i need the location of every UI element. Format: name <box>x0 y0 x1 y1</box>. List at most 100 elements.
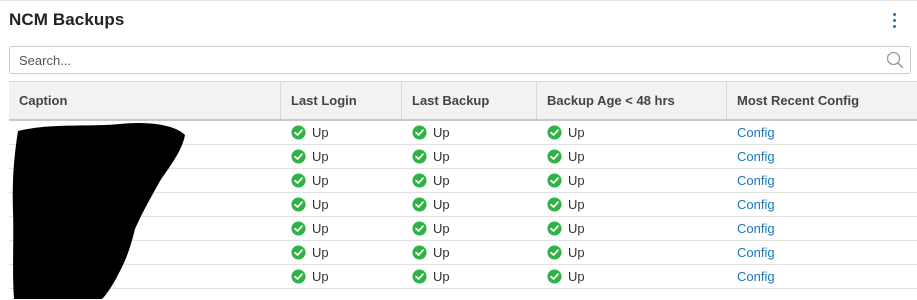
table-row: Up Up Up Config <box>9 241 917 265</box>
config-link[interactable]: Config <box>737 269 775 284</box>
status-text: Up <box>433 221 450 236</box>
cell-last-login: Up <box>281 265 402 288</box>
status-last-backup: Up <box>412 169 450 192</box>
cell-last-login: Up <box>281 121 402 144</box>
check-circle-icon <box>291 197 306 212</box>
column-header-most-recent-config[interactable]: Most Recent Config <box>727 82 917 119</box>
status-last-backup: Up <box>412 217 450 240</box>
check-circle-icon <box>412 221 427 236</box>
cell-backup-age: Up <box>537 241 727 264</box>
ncm-backups-widget: NCM Backups Caption Last Login Last Back… <box>0 0 917 300</box>
status-backup-age: Up <box>547 265 585 288</box>
table-row: Up Up Up Config <box>9 265 917 289</box>
cell-config: Config <box>727 145 917 168</box>
search-input[interactable] <box>19 50 879 70</box>
table-row: Up Up Up Config <box>9 169 917 193</box>
cell-last-login: Up <box>281 193 402 216</box>
check-circle-icon <box>291 245 306 260</box>
status-last-login: Up <box>291 265 329 288</box>
widget-title: NCM Backups <box>9 10 125 29</box>
column-header-caption[interactable]: Caption <box>9 82 281 119</box>
status-last-backup: Up <box>412 145 450 168</box>
check-circle-icon <box>412 197 427 212</box>
status-text: Up <box>568 149 585 164</box>
config-link[interactable]: Config <box>737 149 775 164</box>
cell-caption[interactable] <box>9 169 281 192</box>
check-circle-icon <box>412 173 427 188</box>
cell-last-login: Up <box>281 145 402 168</box>
config-link[interactable]: Config <box>737 221 775 236</box>
config-link[interactable]: Config <box>737 125 775 140</box>
status-last-login: Up <box>291 241 329 264</box>
status-text: Up <box>312 197 329 212</box>
status-text: Up <box>433 125 450 140</box>
status-text: Up <box>433 269 450 284</box>
status-text: Up <box>312 173 329 188</box>
cell-config: Config <box>727 217 917 240</box>
table-row: Up Up Up Config <box>9 217 917 241</box>
check-circle-icon <box>412 269 427 284</box>
cell-caption[interactable] <box>9 193 281 216</box>
table-body: Up Up Up Config Up Up Up Config Up Up Up… <box>9 121 917 289</box>
cell-caption[interactable] <box>9 265 281 288</box>
status-backup-age: Up <box>547 121 585 144</box>
check-circle-icon <box>291 173 306 188</box>
check-circle-icon <box>547 269 562 284</box>
table-row: Up Up Up Config <box>9 193 917 217</box>
config-link[interactable]: Config <box>737 173 775 188</box>
kebab-menu-icon <box>893 13 896 16</box>
widget-header: NCM Backups <box>0 1 917 41</box>
search-icon[interactable] <box>886 51 904 69</box>
cell-config: Config <box>727 265 917 288</box>
status-text: Up <box>568 221 585 236</box>
status-last-backup: Up <box>412 193 450 216</box>
check-circle-icon <box>547 197 562 212</box>
check-circle-icon <box>547 149 562 164</box>
cell-last-backup: Up <box>402 169 537 192</box>
cell-last-login: Up <box>281 169 402 192</box>
check-circle-icon <box>291 149 306 164</box>
cell-last-backup: Up <box>402 193 537 216</box>
status-last-login: Up <box>291 145 329 168</box>
cell-caption[interactable] <box>9 241 281 264</box>
status-text: Up <box>568 173 585 188</box>
column-header-last-login[interactable]: Last Login <box>281 82 402 119</box>
status-last-login: Up <box>291 193 329 216</box>
status-backup-age: Up <box>547 193 585 216</box>
cell-last-backup: Up <box>402 241 537 264</box>
status-text: Up <box>312 269 329 284</box>
status-last-login: Up <box>291 217 329 240</box>
check-circle-icon <box>412 245 427 260</box>
status-last-login: Up <box>291 121 329 144</box>
cell-config: Config <box>727 169 917 192</box>
status-last-login: Up <box>291 169 329 192</box>
cell-caption[interactable] <box>9 121 281 144</box>
cell-backup-age: Up <box>537 217 727 240</box>
cell-backup-age: Up <box>537 121 727 144</box>
kebab-menu-dot <box>893 25 896 28</box>
status-last-backup: Up <box>412 265 450 288</box>
cell-config: Config <box>727 193 917 216</box>
status-text: Up <box>312 149 329 164</box>
status-backup-age: Up <box>547 217 585 240</box>
cell-caption[interactable] <box>9 217 281 240</box>
status-last-backup: Up <box>412 241 450 264</box>
status-text: Up <box>433 149 450 164</box>
search-box <box>9 46 911 74</box>
cell-last-login: Up <box>281 241 402 264</box>
status-text: Up <box>433 197 450 212</box>
config-link[interactable]: Config <box>737 197 775 212</box>
cell-backup-age: Up <box>537 169 727 192</box>
check-circle-icon <box>547 173 562 188</box>
widget-menu-button[interactable] <box>890 11 900 29</box>
column-header-last-backup[interactable]: Last Backup <box>402 82 537 119</box>
column-header-backup-age[interactable]: Backup Age < 48 hrs <box>537 82 727 119</box>
config-link[interactable]: Config <box>737 245 775 260</box>
status-text: Up <box>568 197 585 212</box>
status-text: Up <box>568 245 585 260</box>
status-backup-age: Up <box>547 241 585 264</box>
status-backup-age: Up <box>547 145 585 168</box>
cell-last-backup: Up <box>402 145 537 168</box>
cell-caption[interactable] <box>9 145 281 168</box>
status-text: Up <box>568 125 585 140</box>
